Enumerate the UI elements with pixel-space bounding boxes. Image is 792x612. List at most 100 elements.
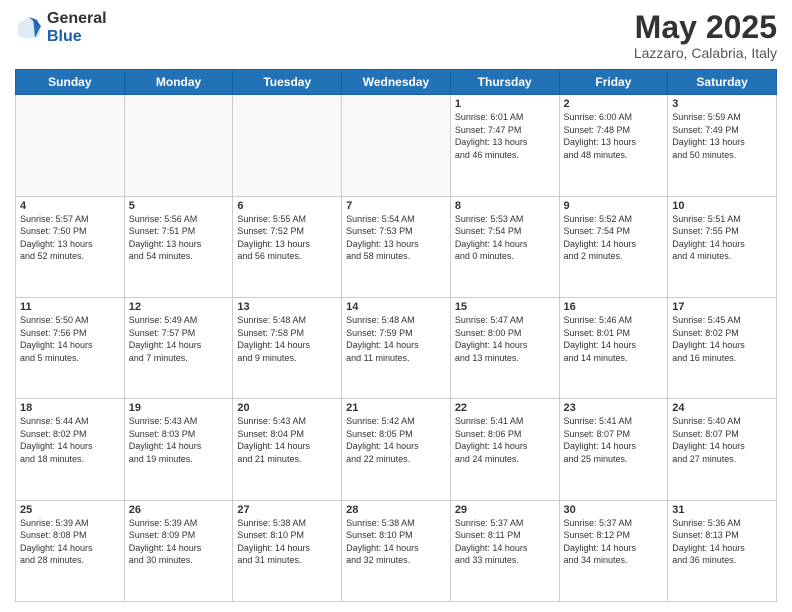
day-number: 27 — [237, 504, 337, 516]
month-title: May 2025 — [634, 10, 777, 45]
calendar-week-2: 4Sunrise: 5:57 AM Sunset: 7:50 PM Daylig… — [16, 196, 777, 297]
day-number: 10 — [672, 200, 772, 212]
day-info: Sunrise: 5:50 AM Sunset: 7:56 PM Dayligh… — [20, 314, 120, 364]
day-info: Sunrise: 5:48 AM Sunset: 7:59 PM Dayligh… — [346, 314, 446, 364]
day-number: 29 — [455, 504, 555, 516]
calendar-cell: 26Sunrise: 5:39 AM Sunset: 8:09 PM Dayli… — [124, 500, 233, 601]
day-info: Sunrise: 5:59 AM Sunset: 7:49 PM Dayligh… — [672, 111, 772, 161]
day-info: Sunrise: 5:37 AM Sunset: 8:11 PM Dayligh… — [455, 517, 555, 567]
day-number: 14 — [346, 301, 446, 313]
day-number: 23 — [564, 402, 664, 414]
calendar-cell: 27Sunrise: 5:38 AM Sunset: 8:10 PM Dayli… — [233, 500, 342, 601]
day-info: Sunrise: 5:55 AM Sunset: 7:52 PM Dayligh… — [237, 213, 337, 263]
day-number: 21 — [346, 402, 446, 414]
day-info: Sunrise: 5:43 AM Sunset: 8:03 PM Dayligh… — [129, 415, 229, 465]
day-info: Sunrise: 5:48 AM Sunset: 7:58 PM Dayligh… — [237, 314, 337, 364]
calendar-cell: 7Sunrise: 5:54 AM Sunset: 7:53 PM Daylig… — [342, 196, 451, 297]
day-number: 17 — [672, 301, 772, 313]
day-number: 26 — [129, 504, 229, 516]
calendar-cell — [124, 95, 233, 196]
day-number: 24 — [672, 402, 772, 414]
calendar-cell: 9Sunrise: 5:52 AM Sunset: 7:54 PM Daylig… — [559, 196, 668, 297]
day-info: Sunrise: 5:38 AM Sunset: 8:10 PM Dayligh… — [346, 517, 446, 567]
day-info: Sunrise: 5:43 AM Sunset: 8:04 PM Dayligh… — [237, 415, 337, 465]
logo-general: General — [47, 10, 107, 28]
calendar-cell: 30Sunrise: 5:37 AM Sunset: 8:12 PM Dayli… — [559, 500, 668, 601]
day-number: 15 — [455, 301, 555, 313]
day-info: Sunrise: 5:57 AM Sunset: 7:50 PM Dayligh… — [20, 213, 120, 263]
day-number: 30 — [564, 504, 664, 516]
day-info: Sunrise: 5:44 AM Sunset: 8:02 PM Dayligh… — [20, 415, 120, 465]
day-number: 12 — [129, 301, 229, 313]
calendar-cell: 12Sunrise: 5:49 AM Sunset: 7:57 PM Dayli… — [124, 297, 233, 398]
day-info: Sunrise: 5:45 AM Sunset: 8:02 PM Dayligh… — [672, 314, 772, 364]
calendar-cell: 23Sunrise: 5:41 AM Sunset: 8:07 PM Dayli… — [559, 399, 668, 500]
day-number: 7 — [346, 200, 446, 212]
title-block: May 2025 Lazzaro, Calabria, Italy — [634, 10, 777, 61]
day-number: 3 — [672, 98, 772, 110]
day-number: 11 — [20, 301, 120, 313]
calendar-cell: 25Sunrise: 5:39 AM Sunset: 8:08 PM Dayli… — [16, 500, 125, 601]
day-number: 19 — [129, 402, 229, 414]
day-number: 9 — [564, 200, 664, 212]
day-info: Sunrise: 5:54 AM Sunset: 7:53 PM Dayligh… — [346, 213, 446, 263]
day-info: Sunrise: 5:53 AM Sunset: 7:54 PM Dayligh… — [455, 213, 555, 263]
calendar-cell: 6Sunrise: 5:55 AM Sunset: 7:52 PM Daylig… — [233, 196, 342, 297]
day-info: Sunrise: 5:40 AM Sunset: 8:07 PM Dayligh… — [672, 415, 772, 465]
calendar-cell: 4Sunrise: 5:57 AM Sunset: 7:50 PM Daylig… — [16, 196, 125, 297]
calendar-week-1: 1Sunrise: 6:01 AM Sunset: 7:47 PM Daylig… — [16, 95, 777, 196]
calendar-cell: 24Sunrise: 5:40 AM Sunset: 8:07 PM Dayli… — [668, 399, 777, 500]
calendar-cell — [233, 95, 342, 196]
day-info: Sunrise: 5:36 AM Sunset: 8:13 PM Dayligh… — [672, 517, 772, 567]
day-info: Sunrise: 5:46 AM Sunset: 8:01 PM Dayligh… — [564, 314, 664, 364]
logo-blue: Blue — [47, 28, 107, 46]
calendar-header-wednesday: Wednesday — [342, 70, 451, 95]
calendar-cell: 31Sunrise: 5:36 AM Sunset: 8:13 PM Dayli… — [668, 500, 777, 601]
calendar-cell: 16Sunrise: 5:46 AM Sunset: 8:01 PM Dayli… — [559, 297, 668, 398]
day-number: 2 — [564, 98, 664, 110]
day-number: 31 — [672, 504, 772, 516]
day-info: Sunrise: 5:39 AM Sunset: 8:08 PM Dayligh… — [20, 517, 120, 567]
calendar-cell: 17Sunrise: 5:45 AM Sunset: 8:02 PM Dayli… — [668, 297, 777, 398]
calendar-cell: 10Sunrise: 5:51 AM Sunset: 7:55 PM Dayli… — [668, 196, 777, 297]
calendar-cell: 22Sunrise: 5:41 AM Sunset: 8:06 PM Dayli… — [450, 399, 559, 500]
day-info: Sunrise: 5:37 AM Sunset: 8:12 PM Dayligh… — [564, 517, 664, 567]
day-number: 18 — [20, 402, 120, 414]
day-info: Sunrise: 5:49 AM Sunset: 7:57 PM Dayligh… — [129, 314, 229, 364]
calendar-header-thursday: Thursday — [450, 70, 559, 95]
logo: General Blue — [15, 10, 107, 45]
header: General Blue May 2025 Lazzaro, Calabria,… — [15, 10, 777, 61]
calendar-cell: 1Sunrise: 6:01 AM Sunset: 7:47 PM Daylig… — [450, 95, 559, 196]
calendar-header-row: SundayMondayTuesdayWednesdayThursdayFrid… — [16, 70, 777, 95]
calendar-cell: 20Sunrise: 5:43 AM Sunset: 8:04 PM Dayli… — [233, 399, 342, 500]
day-info: Sunrise: 5:38 AM Sunset: 8:10 PM Dayligh… — [237, 517, 337, 567]
calendar-cell: 8Sunrise: 5:53 AM Sunset: 7:54 PM Daylig… — [450, 196, 559, 297]
calendar-table: SundayMondayTuesdayWednesdayThursdayFrid… — [15, 69, 777, 602]
calendar-header-sunday: Sunday — [16, 70, 125, 95]
day-info: Sunrise: 5:52 AM Sunset: 7:54 PM Dayligh… — [564, 213, 664, 263]
calendar-cell: 15Sunrise: 5:47 AM Sunset: 8:00 PM Dayli… — [450, 297, 559, 398]
calendar-header-friday: Friday — [559, 70, 668, 95]
calendar-week-5: 25Sunrise: 5:39 AM Sunset: 8:08 PM Dayli… — [16, 500, 777, 601]
page: General Blue May 2025 Lazzaro, Calabria,… — [0, 0, 792, 612]
day-number: 5 — [129, 200, 229, 212]
logo-text: General Blue — [47, 10, 107, 45]
day-number: 28 — [346, 504, 446, 516]
calendar-cell — [16, 95, 125, 196]
calendar-cell — [342, 95, 451, 196]
day-info: Sunrise: 5:42 AM Sunset: 8:05 PM Dayligh… — [346, 415, 446, 465]
logo-icon — [15, 14, 43, 42]
day-info: Sunrise: 6:00 AM Sunset: 7:48 PM Dayligh… — [564, 111, 664, 161]
day-info: Sunrise: 5:39 AM Sunset: 8:09 PM Dayligh… — [129, 517, 229, 567]
day-number: 20 — [237, 402, 337, 414]
calendar-header-tuesday: Tuesday — [233, 70, 342, 95]
day-number: 22 — [455, 402, 555, 414]
calendar-cell: 11Sunrise: 5:50 AM Sunset: 7:56 PM Dayli… — [16, 297, 125, 398]
calendar-header-saturday: Saturday — [668, 70, 777, 95]
day-number: 25 — [20, 504, 120, 516]
calendar-cell: 29Sunrise: 5:37 AM Sunset: 8:11 PM Dayli… — [450, 500, 559, 601]
calendar-week-3: 11Sunrise: 5:50 AM Sunset: 7:56 PM Dayli… — [16, 297, 777, 398]
day-number: 1 — [455, 98, 555, 110]
calendar-header-monday: Monday — [124, 70, 233, 95]
calendar-cell: 28Sunrise: 5:38 AM Sunset: 8:10 PM Dayli… — [342, 500, 451, 601]
